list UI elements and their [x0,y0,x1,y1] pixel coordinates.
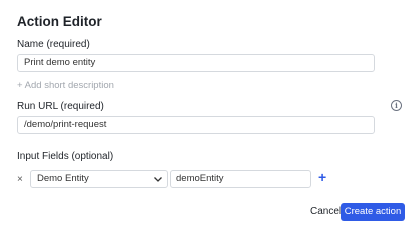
field-value-input[interactable]: demoEntity [170,170,311,188]
run-url-input[interactable]: /demo/print-request [17,116,375,134]
remove-row-icon[interactable]: × [17,174,23,185]
entity-type-select[interactable]: Demo Entity [30,170,168,188]
add-field-button[interactable]: + [318,169,326,185]
chevron-down-icon [154,177,162,182]
name-input[interactable]: Print demo entity [17,54,375,72]
run-url-label: Run URL (required) [17,101,104,112]
editor-title: Action Editor [17,14,102,29]
name-field-label: Name (required) [17,39,90,50]
entity-type-value: Demo Entity [37,173,89,184]
create-action-button[interactable]: Create action [341,203,405,221]
info-icon[interactable]: i [391,100,402,111]
add-description-link[interactable]: + Add short description [17,80,114,91]
input-fields-label: Input Fields (optional) [17,151,114,162]
